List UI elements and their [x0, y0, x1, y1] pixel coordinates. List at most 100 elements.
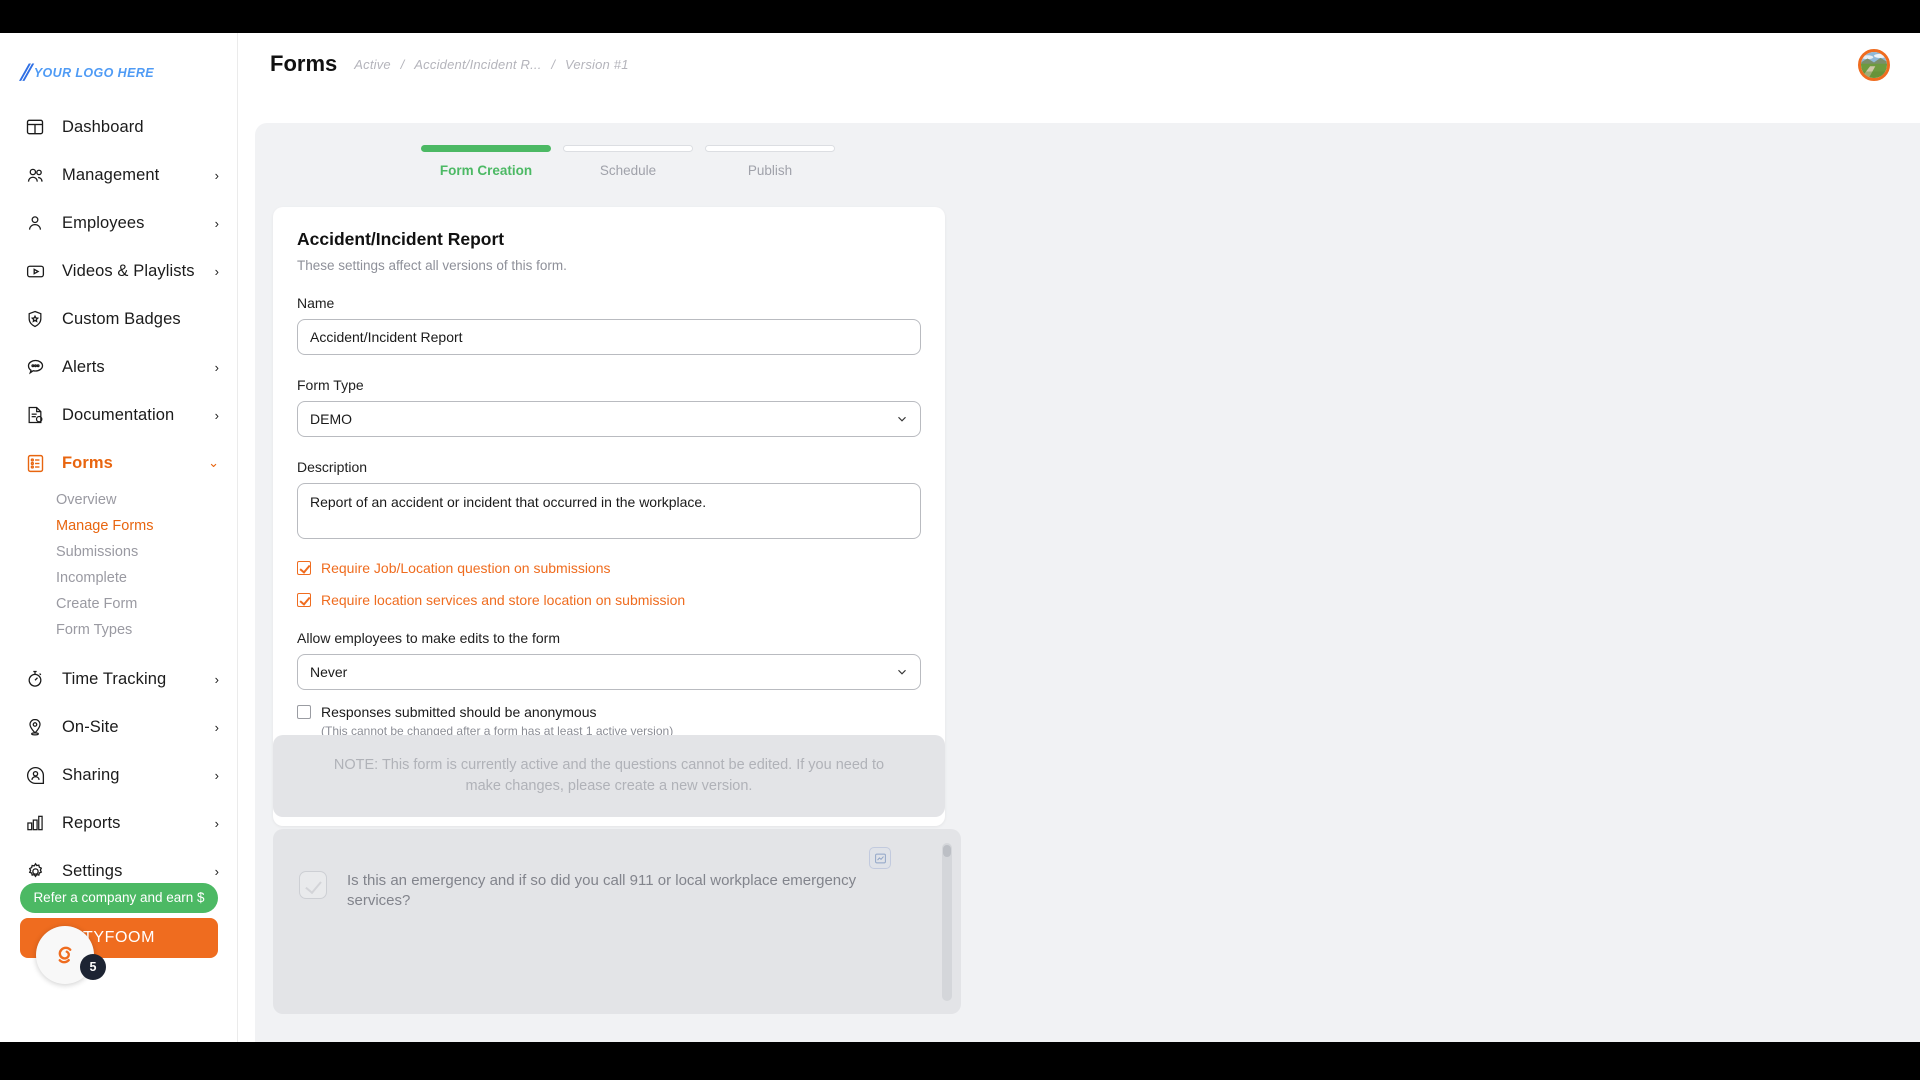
chevron-right-icon: ›: [214, 719, 219, 735]
breadcrumb-item-version[interactable]: Version #1: [565, 57, 629, 72]
video-icon: [22, 258, 48, 284]
allow-edits-select-wrap: [297, 654, 921, 690]
sidebar-item-label: Settings: [62, 861, 123, 880]
sidebar-item-documentation[interactable]: Documentation ›: [0, 391, 237, 439]
step-track: [705, 145, 835, 152]
document-icon: [22, 402, 48, 428]
widget-badge: 5: [80, 954, 106, 980]
require-job-location-row[interactable]: Require Job/Location question on submiss…: [297, 560, 921, 576]
sidebar-item-sharing[interactable]: Sharing ›: [0, 751, 237, 799]
users-icon: [22, 162, 48, 188]
sidebar-item-label: Alerts: [62, 357, 105, 376]
chevron-right-icon: ›: [214, 767, 219, 783]
sidebar-subitem-submissions[interactable]: Submissions: [56, 539, 237, 565]
breadcrumb-separator: /: [400, 56, 405, 72]
alerts-icon: [22, 354, 48, 380]
top-header: Forms Active / Accident/Incident R... / …: [238, 33, 1920, 95]
step-label: Form Creation: [439, 163, 533, 178]
sidebar-item-time-tracking[interactable]: Time Tracking ›: [0, 655, 237, 703]
scrollbar-thumb[interactable]: [943, 845, 951, 857]
sidebar-item-custom-badges[interactable]: Custom Badges: [0, 295, 237, 343]
tyfoom-swirl-icon: [58, 946, 72, 964]
sidebar-item-label: Dashboard: [62, 117, 144, 136]
step-form-creation[interactable]: Form Creation: [421, 145, 551, 178]
sidebar-subitem-overview[interactable]: Overview: [56, 487, 237, 513]
forms-subnav: Overview Manage Forms Submissions Incomp…: [0, 487, 237, 643]
bar-chart-icon: [22, 810, 48, 836]
sidebar-item-label: Employees: [62, 213, 145, 232]
sidebar-subitem-create-form[interactable]: Create Form: [56, 591, 237, 617]
form-settings-card: Accident/Incident Report These settings …: [273, 207, 945, 826]
chevron-right-icon: ›: [214, 671, 219, 687]
question-body: Is this an emergency and if so did you c…: [273, 829, 933, 1014]
sidebar-item-label: On-Site: [62, 717, 119, 736]
share-icon: [22, 762, 48, 788]
form-card-subtitle: These settings affect all versions of th…: [297, 258, 567, 273]
sidebar-item-employees[interactable]: Employees ›: [0, 199, 237, 247]
anonymous-label: Responses submitted should be anonymous: [321, 704, 597, 720]
require-job-location-label: Require Job/Location question on submiss…: [321, 560, 611, 576]
sidebar-item-label: Management: [62, 165, 160, 184]
sidebar-item-label: Documentation: [62, 405, 175, 424]
stopwatch-icon: [22, 666, 48, 692]
sidebar-item-label: Sharing: [62, 765, 120, 784]
chevron-right-icon: ›: [214, 263, 219, 279]
question-row: Is this an emergency and if so did you c…: [273, 829, 933, 912]
form-card-title: Accident/Incident Report: [297, 229, 505, 249]
question-checkbox-disabled: [299, 871, 327, 899]
require-location-services-row[interactable]: Require location services and store loca…: [297, 592, 921, 608]
sidebar-subitem-manage-forms[interactable]: Manage Forms: [56, 513, 237, 539]
chevron-right-icon: ›: [214, 815, 219, 831]
allow-edits-select[interactable]: [297, 654, 921, 690]
form-type-select[interactable]: [297, 401, 921, 437]
name-label: Name: [297, 295, 335, 311]
require-job-location-checkbox[interactable]: [297, 561, 311, 575]
app-screen: ⫽ YOUR LOGO HERE Dashboard Management › …: [0, 33, 1920, 1042]
sidebar-item-videos-playlists[interactable]: Videos & Playlists ›: [0, 247, 237, 295]
breadcrumb-item-active[interactable]: Active: [354, 57, 391, 72]
pin-icon: [22, 714, 48, 740]
description-textarea[interactable]: Report of an accident or incident that o…: [297, 483, 921, 539]
sidebar-item-dashboard[interactable]: Dashboard: [0, 103, 237, 151]
chevron-right-icon: ›: [214, 359, 219, 375]
user-avatar[interactable]: [1858, 49, 1890, 81]
sidebar-item-label: Forms: [62, 453, 113, 472]
analytics-icon: [869, 847, 891, 869]
questions-scrollbar[interactable]: [942, 843, 952, 1001]
refer-company-button[interactable]: Refer a company and earn $: [20, 883, 218, 913]
name-input[interactable]: [297, 319, 921, 355]
step-schedule[interactable]: Schedule: [563, 145, 693, 178]
chevron-down-icon: ⌄: [208, 455, 219, 470]
sidebar-subitem-incomplete[interactable]: Incomplete: [56, 565, 237, 591]
lightning-logo-icon: ⫽: [20, 60, 30, 85]
forms-icon: [22, 450, 48, 476]
sidebar-item-reports[interactable]: Reports ›: [0, 799, 237, 847]
chevron-right-icon: ›: [214, 407, 219, 423]
step-publish[interactable]: Publish: [705, 145, 835, 178]
step-track: [563, 145, 693, 152]
sidebar-nav: Dashboard Management › Employees › Video…: [0, 103, 237, 895]
description-label: Description: [297, 459, 368, 475]
anonymous-checkbox[interactable]: [297, 705, 311, 719]
step-track: [421, 145, 551, 152]
tyfoom-help-widget[interactable]: 5: [36, 926, 106, 984]
sidebar-item-forms[interactable]: Forms ⌄: [0, 439, 237, 487]
anonymous-row[interactable]: Responses submitted should be anonymous: [297, 704, 921, 720]
badge-icon: [22, 306, 48, 332]
sidebar-subitem-form-types[interactable]: Form Types: [56, 617, 237, 643]
bottom-black-bar: [0, 1042, 1920, 1080]
breadcrumb-item-form[interactable]: Accident/Incident R...: [414, 57, 541, 72]
brand-logo-text: YOUR LOGO HERE: [33, 66, 155, 80]
sidebar-item-on-site[interactable]: On-Site ›: [0, 703, 237, 751]
question-text: Is this an emergency and if so did you c…: [347, 872, 857, 910]
sidebar: ⫽ YOUR LOGO HERE Dashboard Management › …: [0, 33, 238, 1042]
form-type-select-wrap: [297, 401, 921, 437]
page-title: Forms: [270, 51, 338, 76]
chevron-right-icon: ›: [214, 215, 219, 231]
require-location-services-label: Require location services and store loca…: [321, 592, 686, 608]
require-location-services-checkbox[interactable]: [297, 593, 311, 607]
brand-logo[interactable]: ⫽ YOUR LOGO HERE: [0, 33, 237, 89]
sidebar-item-management[interactable]: Management ›: [0, 151, 237, 199]
sidebar-item-label: Videos & Playlists: [62, 261, 195, 280]
sidebar-item-alerts[interactable]: Alerts ›: [0, 343, 237, 391]
